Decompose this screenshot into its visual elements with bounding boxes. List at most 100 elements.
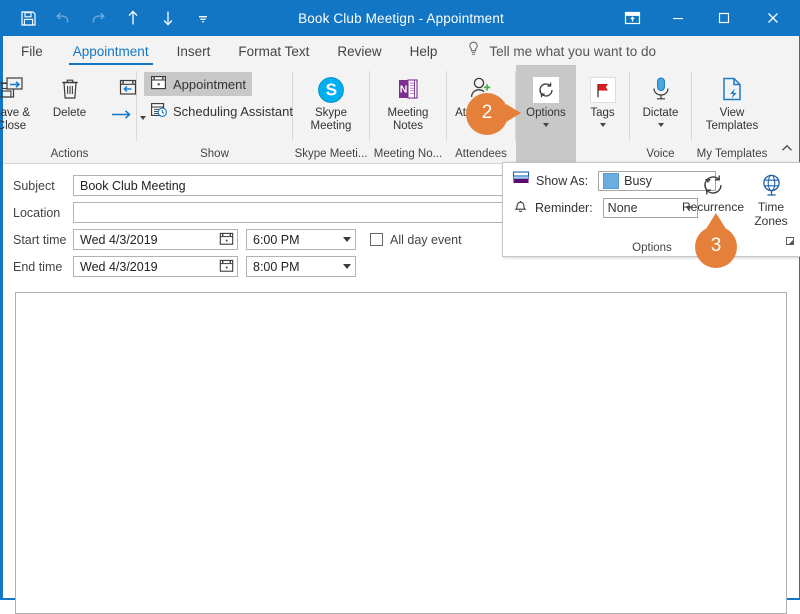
tab-appointment[interactable]: Appointment bbox=[59, 37, 163, 65]
start-time-input[interactable]: 6:00 PM bbox=[246, 229, 356, 250]
tags-dropdown-caret-icon[interactable] bbox=[599, 123, 606, 127]
start-time-label: Start time bbox=[13, 232, 67, 247]
callout-badge-2-pointer bbox=[506, 104, 521, 122]
delete-icon bbox=[57, 73, 83, 107]
ribbon-display-options-icon[interactable] bbox=[609, 0, 655, 36]
options-group-label: Options bbox=[632, 242, 672, 254]
save-icon[interactable] bbox=[17, 7, 39, 29]
reminder-value: None bbox=[607, 200, 638, 215]
ribbon-group-label-show: Show bbox=[200, 148, 229, 160]
options-dropdown-caret-icon[interactable] bbox=[543, 123, 549, 127]
collapse-ribbon-button[interactable] bbox=[780, 141, 794, 159]
end-time-value: 8:00 PM bbox=[253, 259, 300, 274]
view-templates-button[interactable]: View Templates bbox=[700, 70, 764, 133]
options-dialog-launcher-icon[interactable] bbox=[785, 234, 796, 252]
delete-button[interactable]: Delete bbox=[41, 70, 99, 120]
all-day-event-checkbox-box[interactable] bbox=[370, 233, 383, 246]
tab-insert[interactable]: Insert bbox=[163, 37, 225, 65]
start-date-input[interactable]: Wed 4/3/2019 bbox=[73, 229, 238, 250]
save-and-close-label-line1: Save & bbox=[0, 107, 31, 119]
save-and-close-icon bbox=[0, 73, 27, 107]
time-zones-label-line2: Zones bbox=[754, 214, 788, 228]
ribbon-group-my-templates: View Templates My Templates bbox=[692, 65, 772, 163]
all-day-event-label: All day event bbox=[390, 232, 462, 247]
recurrence-button[interactable]: Recurrence bbox=[681, 167, 745, 214]
recurrence-icon bbox=[700, 170, 726, 200]
all-day-event-checkbox[interactable]: All day event bbox=[370, 233, 462, 247]
ribbon-group-label-options bbox=[516, 145, 576, 163]
calendar-picker-icon[interactable] bbox=[219, 231, 234, 249]
end-time-row: End time Wed 4/3/2019 8:00 PM bbox=[3, 255, 799, 278]
ribbon-group-label-voice: Voice bbox=[646, 148, 675, 160]
dictate-button[interactable]: Dictate bbox=[632, 70, 690, 127]
show-appointment-label: Appointment bbox=[173, 76, 247, 92]
tab-help[interactable]: Help bbox=[396, 37, 452, 65]
ribbon-group-show: Appointment Scheduling Assistant Show bbox=[137, 65, 293, 163]
scheduling-assistant-label: Scheduling Assistant bbox=[173, 103, 293, 119]
callout-badge-3: 3 bbox=[695, 213, 737, 268]
ribbon-group-label-tags bbox=[576, 145, 629, 163]
save-and-close-button[interactable]: Save & Close bbox=[0, 70, 41, 133]
meeting-notes-label-line1: Meeting bbox=[387, 107, 429, 119]
ribbon-group-voice: Dictate Voice bbox=[630, 65, 691, 163]
scheduling-assistant-button[interactable]: Scheduling Assistant bbox=[144, 99, 299, 123]
dictate-dropdown-caret-icon[interactable] bbox=[657, 123, 664, 127]
skype-icon bbox=[315, 73, 347, 107]
end-time-dropdown-icon[interactable] bbox=[343, 264, 351, 269]
ribbon-group-label-my-templates: My Templates bbox=[696, 148, 768, 160]
meeting-notes-label-line2: Notes bbox=[392, 120, 424, 132]
ribbon-tabs: File Appointment Insert Format Text Revi… bbox=[3, 36, 799, 65]
appointment-body-editor[interactable] bbox=[15, 292, 787, 614]
ribbon-group-tags: Tags bbox=[576, 65, 629, 163]
callout-badge-2-number: 2 bbox=[481, 102, 493, 123]
tab-file[interactable]: File bbox=[3, 37, 59, 65]
tab-review[interactable]: Review bbox=[323, 37, 395, 65]
options-button[interactable]: Options bbox=[517, 70, 575, 127]
end-date-value: Wed 4/3/2019 bbox=[80, 259, 158, 274]
recurrence-label: Recurrence bbox=[681, 200, 745, 214]
callout-badge-3-pointer bbox=[706, 213, 726, 229]
next-item-icon[interactable] bbox=[157, 7, 179, 29]
start-time-dropdown-icon[interactable] bbox=[343, 237, 351, 242]
ribbon-group-label-meeting-notes: Meeting No... bbox=[373, 148, 443, 160]
previous-item-icon[interactable] bbox=[122, 7, 144, 29]
meeting-notes-button[interactable]: N Meeting Notes bbox=[379, 70, 437, 133]
end-date-input[interactable]: Wed 4/3/2019 bbox=[73, 256, 238, 277]
appointment-icon bbox=[150, 74, 167, 94]
end-time-input[interactable]: 8:00 PM bbox=[246, 256, 356, 277]
tags-button[interactable]: Tags bbox=[574, 70, 632, 127]
close-icon[interactable] bbox=[747, 0, 799, 36]
ribbon-group-label-attendees: Attendees bbox=[455, 148, 507, 160]
reminder-label: Reminder: bbox=[535, 200, 593, 215]
skype-meeting-label-line2: Meeting bbox=[310, 120, 352, 132]
customize-quick-access-toolbar-icon[interactable] bbox=[192, 7, 214, 29]
undo-icon bbox=[52, 7, 74, 29]
maximize-icon[interactable] bbox=[701, 0, 747, 36]
reminder-bell-icon bbox=[512, 197, 529, 219]
show-as-icon bbox=[512, 170, 530, 191]
ribbon-group-actions: Save & Close Delete bbox=[0, 65, 146, 163]
tags-flag-icon bbox=[589, 73, 616, 107]
start-time-value: 6:00 PM bbox=[253, 232, 300, 247]
tab-format-text[interactable]: Format Text bbox=[224, 37, 323, 65]
show-appointment-button[interactable]: Appointment bbox=[144, 72, 253, 96]
time-zones-button[interactable]: Time Zones bbox=[745, 167, 797, 228]
calendar-picker-icon[interactable] bbox=[219, 258, 234, 276]
scheduling-assistant-icon bbox=[150, 101, 167, 121]
quick-access-toolbar bbox=[3, 7, 214, 29]
window-controls bbox=[609, 0, 799, 36]
delete-label: Delete bbox=[52, 107, 87, 119]
time-zones-globe-icon bbox=[758, 170, 785, 200]
minimize-icon[interactable] bbox=[655, 0, 701, 36]
callout-badge-3-number: 3 bbox=[710, 235, 722, 256]
options-flyout-panel: Show As: Busy Reminder: None Recurrence … bbox=[502, 162, 800, 257]
tell-me-search[interactable]: Tell me what you want to do bbox=[451, 37, 656, 65]
options-right-buttons: Recurrence Time Zones bbox=[681, 167, 797, 228]
ribbon-group-label-skype-meeting: Skype Meeti... bbox=[294, 148, 368, 160]
skype-meeting-label-line1: Skype bbox=[315, 107, 347, 119]
callout-badge-2: 2 bbox=[466, 93, 521, 135]
skype-meeting-button[interactable]: Skype Meeting bbox=[302, 70, 360, 133]
location-label: Location bbox=[13, 205, 61, 220]
title-bar: Book Club Meetign - Appointment bbox=[3, 0, 799, 36]
end-time-label: End time bbox=[13, 259, 63, 274]
